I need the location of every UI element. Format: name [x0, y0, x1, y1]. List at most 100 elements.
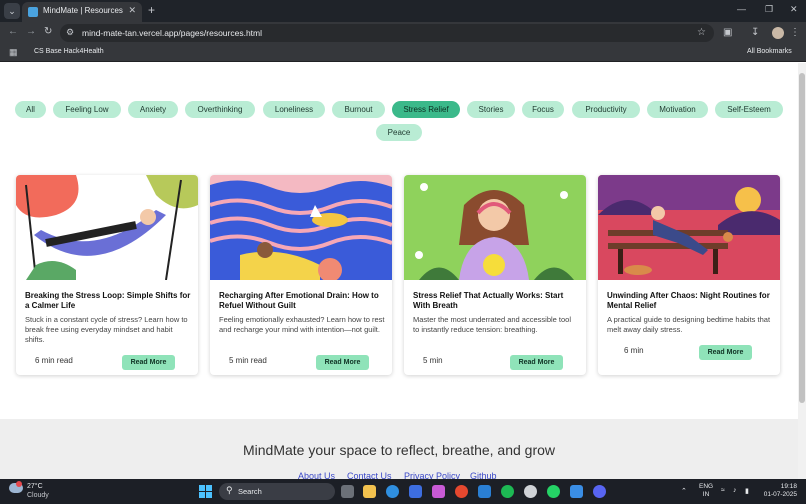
language-indicator[interactable]: ENG IN: [699, 483, 713, 499]
download-icon[interactable]: ↧: [751, 27, 759, 38]
resource-card: Recharging After Emotional Drain: How to…: [210, 175, 392, 375]
bookmark-item[interactable]: CS Base Hack4Health: [34, 48, 104, 55]
minimize-icon[interactable]: —: [737, 4, 746, 14]
vscode-icon[interactable]: [478, 485, 491, 498]
extensions-icon[interactable]: ▣: [723, 27, 732, 38]
read-more-button[interactable]: Read More: [316, 355, 369, 370]
page-scrollbar[interactable]: [798, 63, 806, 479]
browser-tab[interactable]: MindMate | Resources ✕: [22, 2, 142, 22]
read-time: 6 min read: [35, 356, 73, 365]
read-time: 5 min: [423, 356, 443, 365]
filter-stress-relief[interactable]: Stress Relief: [392, 101, 460, 118]
filter-feeling-low[interactable]: Feeling Low: [53, 101, 121, 118]
tab-title: MindMate | Resources: [43, 6, 123, 15]
card-title[interactable]: Recharging After Emotional Drain: How to…: [219, 291, 385, 311]
resource-card: Unwinding After Chaos: Night Routines fo…: [598, 175, 780, 375]
profile-avatar[interactable]: [772, 27, 784, 39]
store-icon[interactable]: [409, 485, 422, 498]
read-more-button[interactable]: Read More: [510, 355, 563, 370]
browser-toolbar: ← → ↻ ⚙ mind-mate-tan.vercel.app/pages/r…: [0, 22, 806, 44]
spotify-icon[interactable]: [501, 485, 514, 498]
site-info-icon[interactable]: ⚙: [66, 27, 74, 38]
weather-temperature[interactable]: 27°C: [27, 483, 43, 490]
clock-date: 01-07-2025: [763, 491, 797, 498]
read-more-button[interactable]: Read More: [699, 345, 752, 360]
new-tab-icon[interactable]: +: [148, 3, 155, 17]
card-illustration-breathing: [404, 175, 586, 280]
reload-icon[interactable]: ↻: [44, 26, 52, 37]
filter-loneliness[interactable]: Loneliness: [263, 101, 325, 118]
resource-card: Stress Relief That Actually Works: Start…: [404, 175, 586, 375]
url-text[interactable]: mind-mate-tan.vercel.app/pages/resources…: [82, 28, 262, 38]
app-icon[interactable]: [432, 485, 445, 498]
discord-icon[interactable]: [593, 485, 606, 498]
volume-icon[interactable]: ♪: [733, 487, 737, 494]
chatgpt-icon[interactable]: [524, 485, 537, 498]
close-tab-icon[interactable]: ✕: [128, 5, 136, 16]
battery-icon[interactable]: ▮: [745, 487, 749, 495]
browser-tab-strip: ⌄ MindMate | Resources ✕ + — ❐ ✕: [0, 0, 806, 22]
all-bookmarks-link[interactable]: All Bookmarks: [747, 48, 792, 55]
app-icon[interactable]: [570, 485, 583, 498]
card-illustration-waves: [210, 175, 392, 280]
restore-icon[interactable]: ❐: [765, 4, 773, 15]
notification-badge: [16, 481, 22, 487]
card-illustration-bench-sunset: [598, 175, 780, 280]
menu-icon[interactable]: ⋮: [790, 27, 800, 38]
resource-card: Breaking the Stress Loop: Simple Shifts …: [16, 175, 198, 375]
task-view-icon[interactable]: [341, 485, 354, 498]
card-description: Feeling emotionally exhausted? Learn how…: [219, 315, 385, 334]
filter-motivation[interactable]: Motivation: [647, 101, 708, 118]
footer-link-about[interactable]: About Us: [298, 471, 335, 479]
card-title[interactable]: Stress Relief That Actually Works: Start…: [413, 291, 579, 311]
card-illustration-hammock: [16, 175, 198, 280]
card-description: A practical guide to designing bedtime h…: [607, 315, 771, 334]
filter-all[interactable]: All: [15, 101, 46, 118]
footer: MindMate your space to reflect, breathe,…: [0, 419, 798, 479]
back-icon[interactable]: ←: [8, 26, 18, 37]
language-code: ENG: [699, 483, 714, 490]
tray-chevron-icon[interactable]: ⌃: [681, 487, 687, 495]
page-content: All Feeling Low Anxiety Overthinking Lon…: [0, 63, 798, 479]
card-description: Stuck in a constant cycle of stress? Lea…: [25, 315, 188, 344]
region-code: IN: [702, 491, 710, 498]
search-label: Search: [238, 487, 262, 496]
windows-start-icon[interactable]: [199, 485, 212, 498]
weather-condition[interactable]: Cloudy: [27, 492, 49, 499]
filter-self-esteem[interactable]: Self-Esteem: [715, 101, 783, 118]
filter-focus[interactable]: Focus: [522, 101, 564, 118]
card-title[interactable]: Unwinding After Chaos: Night Routines fo…: [607, 291, 773, 311]
read-time: 6 min: [624, 346, 644, 355]
search-icon: ⚲: [226, 485, 233, 495]
filter-anxiety[interactable]: Anxiety: [128, 101, 178, 118]
bookmarks-bar: ▦ CS Base Hack4Health All Bookmarks: [0, 44, 806, 62]
filter-productivity[interactable]: Productivity: [572, 101, 640, 118]
read-more-button[interactable]: Read More: [122, 355, 175, 370]
filter-overthinking[interactable]: Overthinking: [185, 101, 255, 118]
bookmark-star-icon[interactable]: ☆: [697, 27, 706, 38]
file-explorer-icon[interactable]: [363, 485, 376, 498]
footer-link-contact[interactable]: Contact Us: [347, 471, 392, 479]
scrollbar-thumb[interactable]: [799, 73, 805, 403]
footer-link-privacy[interactable]: Privacy Policy: [404, 471, 460, 479]
wifi-icon[interactable]: ≈: [721, 487, 725, 494]
card-title[interactable]: Breaking the Stress Loop: Simple Shifts …: [25, 291, 191, 311]
footer-link-github[interactable]: Github: [470, 471, 497, 479]
site-favicon-icon: [28, 7, 38, 17]
edge-icon[interactable]: [386, 485, 399, 498]
address-bar[interactable]: ⚙ mind-mate-tan.vercel.app/pages/resourc…: [60, 24, 714, 42]
apps-grid-icon[interactable]: ▦: [9, 47, 18, 58]
taskbar: 27°C Cloudy ⚲ Search ⌃ ENG IN ≈ ♪ ▮ 19:1…: [0, 479, 806, 504]
taskbar-search[interactable]: ⚲ Search: [219, 483, 335, 500]
forward-icon[interactable]: →: [26, 26, 36, 37]
whatsapp-icon[interactable]: [547, 485, 560, 498]
tab-search-icon[interactable]: ⌄: [4, 3, 20, 19]
clock-time: 19:18: [780, 483, 797, 490]
chrome-icon[interactable]: [455, 485, 468, 498]
filter-stories[interactable]: Stories: [467, 101, 515, 118]
footer-tagline: MindMate your space to reflect, breathe,…: [242, 442, 556, 458]
filter-burnout[interactable]: Burnout: [332, 101, 385, 118]
system-clock[interactable]: 19:18 01-07-2025: [763, 483, 797, 499]
filter-peace[interactable]: Peace: [376, 124, 422, 141]
close-window-icon[interactable]: ✕: [790, 4, 798, 15]
